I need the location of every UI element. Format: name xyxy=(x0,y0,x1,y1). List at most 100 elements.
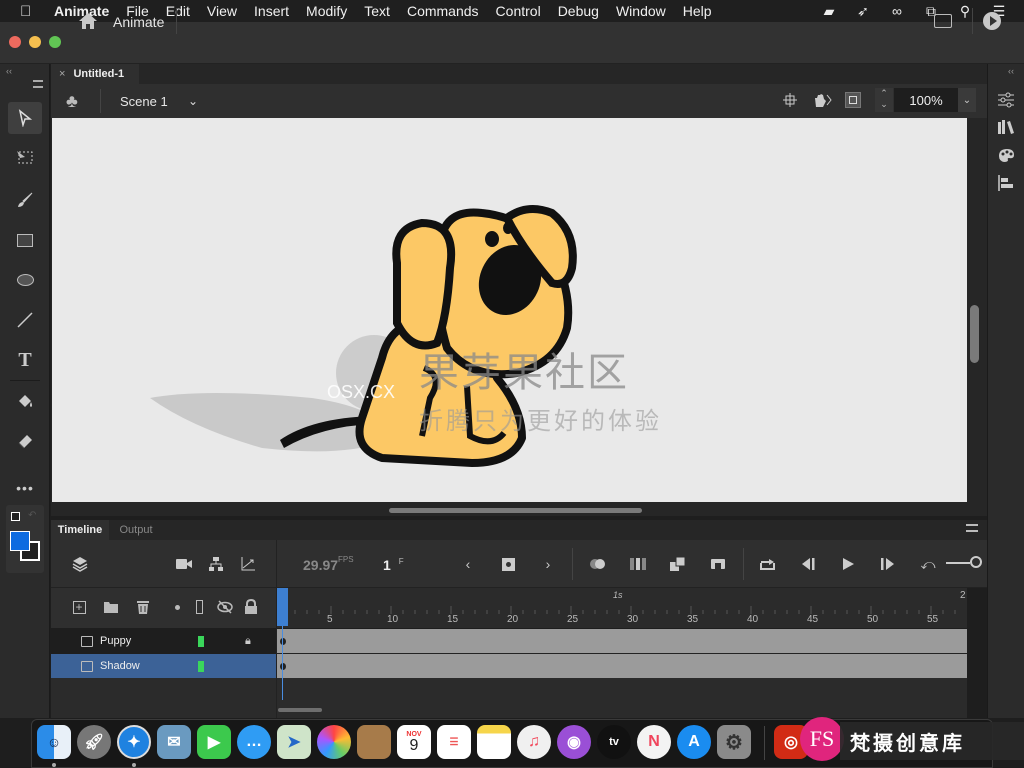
oval-tool[interactable] xyxy=(8,264,42,296)
insert-blank-frame-icon[interactable] xyxy=(708,555,728,573)
scene-name[interactable]: Scene 1 xyxy=(120,94,168,109)
play-icon[interactable] xyxy=(838,555,858,573)
panel-menu-icon[interactable] xyxy=(33,80,43,88)
create-tween-icon[interactable] xyxy=(668,555,688,573)
zoom-level-field[interactable]: 100% xyxy=(894,88,958,112)
document-tab[interactable]: × Untitled-1 xyxy=(51,64,139,84)
frame-zoom-slider-track[interactable] xyxy=(946,562,970,564)
cursor-pro-icon[interactable]: ➶ xyxy=(852,2,874,20)
menu-insert[interactable]: Insert xyxy=(254,3,289,19)
keyframe[interactable] xyxy=(280,638,286,645)
playhead[interactable] xyxy=(277,588,288,626)
menu-text[interactable]: Text xyxy=(364,3,390,19)
fill-color-swatch[interactable] xyxy=(10,531,30,551)
layer-name[interactable]: Puppy xyxy=(100,635,131,647)
dock-notes[interactable] xyxy=(477,725,511,759)
menu-edit[interactable]: Edit xyxy=(166,3,190,19)
frame-zoom-slider-handle[interactable] xyxy=(970,556,982,568)
dock-messages[interactable]: … xyxy=(237,725,271,759)
edit-multiple-frames-icon[interactable] xyxy=(628,555,648,573)
stage-horizontal-scrollbar[interactable] xyxy=(389,508,642,513)
dock-app-store[interactable]: A xyxy=(677,725,711,759)
line-tool[interactable] xyxy=(8,304,42,336)
step-back-icon[interactable] xyxy=(798,555,818,573)
timeline-horizontal-scrollbar[interactable] xyxy=(278,708,322,712)
color-palette-icon[interactable] xyxy=(996,145,1016,165)
window-close-button[interactable] xyxy=(9,36,21,48)
layer-parenting-icon[interactable] xyxy=(206,555,226,573)
home-icon[interactable] xyxy=(78,12,98,30)
layer-frames-puppy[interactable] xyxy=(277,629,967,653)
timeline-panel-menu-icon[interactable] xyxy=(966,524,978,534)
highlight-layer-dot-icon[interactable] xyxy=(168,598,186,616)
properties-sliders-icon[interactable] xyxy=(996,90,1016,110)
tab-close-icon[interactable]: × xyxy=(59,68,65,80)
layer-name[interactable]: Shadow xyxy=(100,660,140,672)
dock-system-preferences[interactable]: ⚙ xyxy=(717,725,751,759)
delete-trash-icon[interactable] xyxy=(134,598,152,616)
tab-output[interactable]: Output xyxy=(110,520,162,540)
dock-news[interactable]: N xyxy=(637,725,671,759)
dock-photos[interactable] xyxy=(317,725,351,759)
current-frame-readout[interactable]: 1F xyxy=(383,557,404,573)
window-zoom-button[interactable] xyxy=(49,36,61,48)
dock-safari[interactable]: ✦ xyxy=(117,725,151,759)
test-movie-play-icon[interactable] xyxy=(983,12,1001,30)
menu-debug[interactable]: Debug xyxy=(558,3,599,19)
library-books-icon[interactable] xyxy=(996,117,1016,137)
new-folder-icon[interactable] xyxy=(102,598,120,616)
menu-view[interactable]: View xyxy=(207,3,237,19)
graph-easing-icon[interactable] xyxy=(238,555,258,573)
insert-keyframe-icon[interactable] xyxy=(498,555,518,573)
onion-skin-icon[interactable] xyxy=(588,555,608,573)
collapse-panel-icon[interactable]: ‹‹ xyxy=(6,66,12,76)
layer-locked-icon[interactable]: 🔒︎ xyxy=(245,635,251,648)
layer-row-puppy[interactable]: Puppy 🔒︎ xyxy=(51,629,276,653)
previous-keyframe-chevron-icon[interactable]: ‹ xyxy=(458,555,478,573)
dock-facetime[interactable]: ▶ xyxy=(197,725,231,759)
layer-outline-color[interactable] xyxy=(198,635,204,647)
dock-tv[interactable]: tv xyxy=(597,725,631,759)
snap-crosshair-icon[interactable] xyxy=(782,92,798,108)
expand-panels-icon[interactable]: ‹‹ xyxy=(1008,66,1014,76)
free-transform-tool[interactable] xyxy=(8,142,42,174)
apple-menu-icon[interactable]:  xyxy=(20,3,36,20)
dock-calendar[interactable]: NOV 9 xyxy=(397,725,431,759)
new-layer-icon[interactable]: + xyxy=(70,598,88,616)
rotate-stage-hand-icon[interactable] xyxy=(812,91,832,109)
dock-contacts[interactable] xyxy=(357,725,391,759)
dock-music[interactable]: ♫ xyxy=(517,725,551,759)
next-keyframe-chevron-icon[interactable]: › xyxy=(538,555,558,573)
symbol-club-icon[interactable]: ♣ xyxy=(66,91,86,111)
selection-tool[interactable] xyxy=(8,102,42,134)
camera-icon[interactable] xyxy=(174,555,194,573)
clip-content-icon[interactable] xyxy=(845,92,861,108)
creative-cloud-icon[interactable]: ∞ xyxy=(886,2,908,20)
outline-layer-icon[interactable] xyxy=(190,598,208,616)
lock-all-layers-icon[interactable] xyxy=(242,598,260,616)
align-left-icon[interactable] xyxy=(996,173,1016,193)
dock-launchpad[interactable]: 🚀︎ xyxy=(77,725,111,759)
scene-dropdown-chevron-icon[interactable]: ⌄ xyxy=(188,94,198,108)
paint-brush-tool[interactable] xyxy=(8,184,42,216)
loop-playback-icon[interactable] xyxy=(758,555,778,573)
hide-layer-eye-icon[interactable] xyxy=(216,598,234,616)
window-minimize-button[interactable] xyxy=(29,36,41,48)
keyframe[interactable] xyxy=(280,663,286,670)
more-tools-button[interactable]: ••• xyxy=(8,472,42,504)
paint-bucket-tool[interactable] xyxy=(8,386,42,418)
stage-canvas[interactable]: 果芽果社区 折腾只为更好的体验 OSX.CX xyxy=(52,118,967,502)
menu-commands[interactable]: Commands xyxy=(407,3,479,19)
layer-row-shadow[interactable]: Shadow xyxy=(51,654,276,678)
dock-maps[interactable]: ➤ xyxy=(277,725,311,759)
menu-control[interactable]: Control xyxy=(496,3,541,19)
eraser-tool[interactable] xyxy=(8,426,42,458)
rewind-loop-icon[interactable]: ⤺ xyxy=(918,555,938,573)
tab-timeline[interactable]: Timeline xyxy=(51,520,109,540)
text-tool[interactable]: T xyxy=(8,344,42,376)
stage-vertical-scrollbar[interactable] xyxy=(970,305,979,363)
screen-share-icon[interactable]: ▰ xyxy=(818,2,840,20)
menu-modify[interactable]: Modify xyxy=(306,3,347,19)
menu-window[interactable]: Window xyxy=(616,3,666,19)
frame-rate-readout[interactable]: 29.97FPS xyxy=(303,555,354,573)
